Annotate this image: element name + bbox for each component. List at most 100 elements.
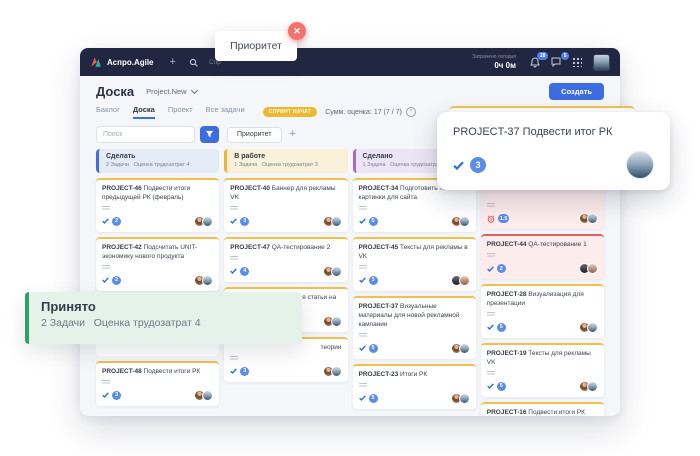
task-card[interactable]: PROJECT-48 Подвести итоги РК3 — [96, 361, 219, 406]
deadline-icon — [487, 215, 495, 223]
assignee-avatars — [323, 266, 342, 277]
check-icon — [487, 266, 494, 272]
priority-filter-chip[interactable]: Приоритет — [227, 127, 282, 143]
task-popup-card[interactable]: PROJECT-37 Подвести итог РК 3 — [437, 112, 670, 190]
task-card[interactable]: PROJECT-16 Подвести итоги РК — [481, 402, 604, 416]
task-id: PROJECT-37 — [359, 303, 401, 310]
assignee-avatars — [579, 322, 598, 333]
task-footer: 2 — [487, 263, 598, 274]
info-icon[interactable]: ? — [406, 107, 416, 117]
task-title: PROJECT-45 Тексты для рекламы в VK — [359, 244, 470, 262]
column-meta: 1 Задача Оценка трудозатрат 3 — [234, 162, 341, 168]
top-navbar: Аспро.Agile + Спр Затрачено сегодня 0ч 0… — [80, 48, 620, 76]
estimate-badge: 3 — [369, 276, 378, 285]
task-card[interactable]: PROJECT-40 Баннер для рекламы VK 3 — [224, 178, 347, 232]
column-title: Сделать — [106, 153, 213, 160]
avatar — [331, 266, 342, 277]
task-card[interactable]: PROJECT-46 Подвести итоги предыдущей РК … — [96, 178, 219, 232]
add-icon[interactable]: + — [170, 57, 176, 68]
task-card[interactable]: PROJECT-37 Визуальные материалы для ново… — [353, 296, 476, 359]
estimate-group: 5 — [487, 382, 506, 391]
task-id: PROJECT-23 — [359, 371, 401, 378]
estimate-badge: 3 — [470, 157, 486, 173]
assignee-avatars — [579, 213, 598, 224]
page-title: Доска — [96, 84, 134, 99]
task-card[interactable]: PROJECT-44 QA-тестирование 1 2 — [481, 234, 604, 279]
task-card[interactable]: PROJECT-42 Подсчитать UNIT-экономику нов… — [96, 237, 219, 291]
check-icon — [102, 277, 109, 283]
task-card[interactable]: PROJECT-45 Тексты для рекламы в VK 3 — [353, 237, 476, 291]
task-footer: 5 — [487, 322, 598, 333]
task-title: PROJECT-28 Визуализация для презентации — [487, 291, 598, 309]
create-button[interactable]: Создать — [549, 83, 604, 100]
popup-task-title: PROJECT-37 Подвести итог РК — [453, 126, 654, 138]
task-card[interactable]: PROJECT-23 Итоги РК5 — [353, 364, 476, 409]
assignee-avatars — [194, 275, 213, 286]
task-footer: 2 — [102, 216, 213, 227]
notifications-count-badge: 28 — [537, 52, 548, 60]
check-icon — [359, 345, 366, 351]
messages-count-badge: 5 — [561, 52, 569, 60]
apps-grid-icon[interactable] — [572, 57, 582, 67]
assignee-avatars — [323, 366, 342, 377]
tab-item[interactable]: Баклог — [96, 105, 120, 119]
assignee-avatars — [451, 275, 470, 286]
filter-button[interactable] — [200, 126, 219, 143]
task-id: PROJECT-19 — [487, 350, 529, 357]
tab-item[interactable]: Проект — [168, 105, 193, 119]
estimate-badge: 2 — [112, 217, 121, 226]
check-icon — [487, 383, 494, 389]
description-icon — [102, 265, 110, 270]
avatar — [587, 263, 598, 274]
task-card[interactable]: PROJECT-28 Визуализация для презентации 5 — [481, 284, 604, 338]
estimate-group: 5 — [359, 394, 378, 403]
search-input[interactable] — [96, 126, 195, 143]
description-icon — [230, 356, 238, 361]
avatar — [459, 393, 470, 404]
task-title: PROJECT-40 Баннер для рекламы VK — [230, 185, 341, 203]
task-footer: 1.5 — [487, 213, 598, 224]
notifications-bell-icon[interactable]: 28 — [530, 57, 540, 68]
column-cards: PROJECT-40 Баннер для рекламы VK3PROJECT… — [224, 178, 347, 382]
description-icon — [487, 371, 495, 376]
tab-item[interactable]: Доска — [133, 105, 155, 119]
task-id: PROJECT-45 — [359, 244, 401, 251]
accepted-title: Принято — [41, 299, 290, 314]
estimate-badge: 5 — [497, 323, 506, 332]
avatar — [587, 381, 598, 392]
close-icon[interactable]: ✕ — [288, 22, 306, 40]
project-selector[interactable]: Project.New — [146, 87, 196, 96]
check-icon — [453, 161, 464, 170]
search-icon[interactable] — [189, 58, 198, 67]
estimate-badge: 4 — [240, 267, 249, 276]
project-name: Project.New — [146, 87, 186, 96]
estimate-group: 1.5 — [487, 214, 510, 223]
board-column: В работе1 Задача Оценка трудозатрат 3PRO… — [224, 149, 347, 382]
estimate-group: 2 — [102, 217, 121, 226]
user-avatar[interactable] — [593, 54, 610, 71]
tab-item[interactable]: Все задачи — [206, 105, 245, 119]
task-card[interactable]: PROJECT-19 Тексты для рекламы VK5 — [481, 343, 604, 397]
estimate-badge: 5 — [369, 217, 378, 226]
avatar — [202, 390, 213, 401]
column-header: Сделать2 Задачи Оценка трудозатрат 4 — [96, 149, 219, 173]
avatar — [331, 316, 342, 327]
avatar — [459, 343, 470, 354]
task-title: PROJECT-47 QA-тестирование 2 — [230, 244, 341, 253]
assignee-avatars — [451, 393, 470, 404]
check-icon — [230, 218, 237, 224]
add-filter-icon[interactable]: + — [290, 129, 296, 140]
task-footer: 2 — [102, 275, 213, 286]
messages-chat-icon[interactable]: 5 — [551, 57, 561, 67]
description-icon — [102, 380, 110, 385]
avatar — [587, 322, 598, 333]
task-title: PROJECT-44 QA-тестирование 1 — [487, 241, 598, 250]
task-title: PROJECT-46 Подвести итоги предыдущей РК … — [102, 185, 213, 203]
description-icon — [487, 203, 495, 208]
assignee-avatars — [194, 216, 213, 227]
task-card[interactable]: PROJECT-47 QA-тестирование 2 4 — [224, 237, 347, 282]
check-icon — [230, 368, 237, 374]
estimate-badge: 3 — [240, 217, 249, 226]
estimate-badge: 2 — [497, 264, 506, 273]
task-card[interactable]: 1.5 — [481, 184, 604, 229]
